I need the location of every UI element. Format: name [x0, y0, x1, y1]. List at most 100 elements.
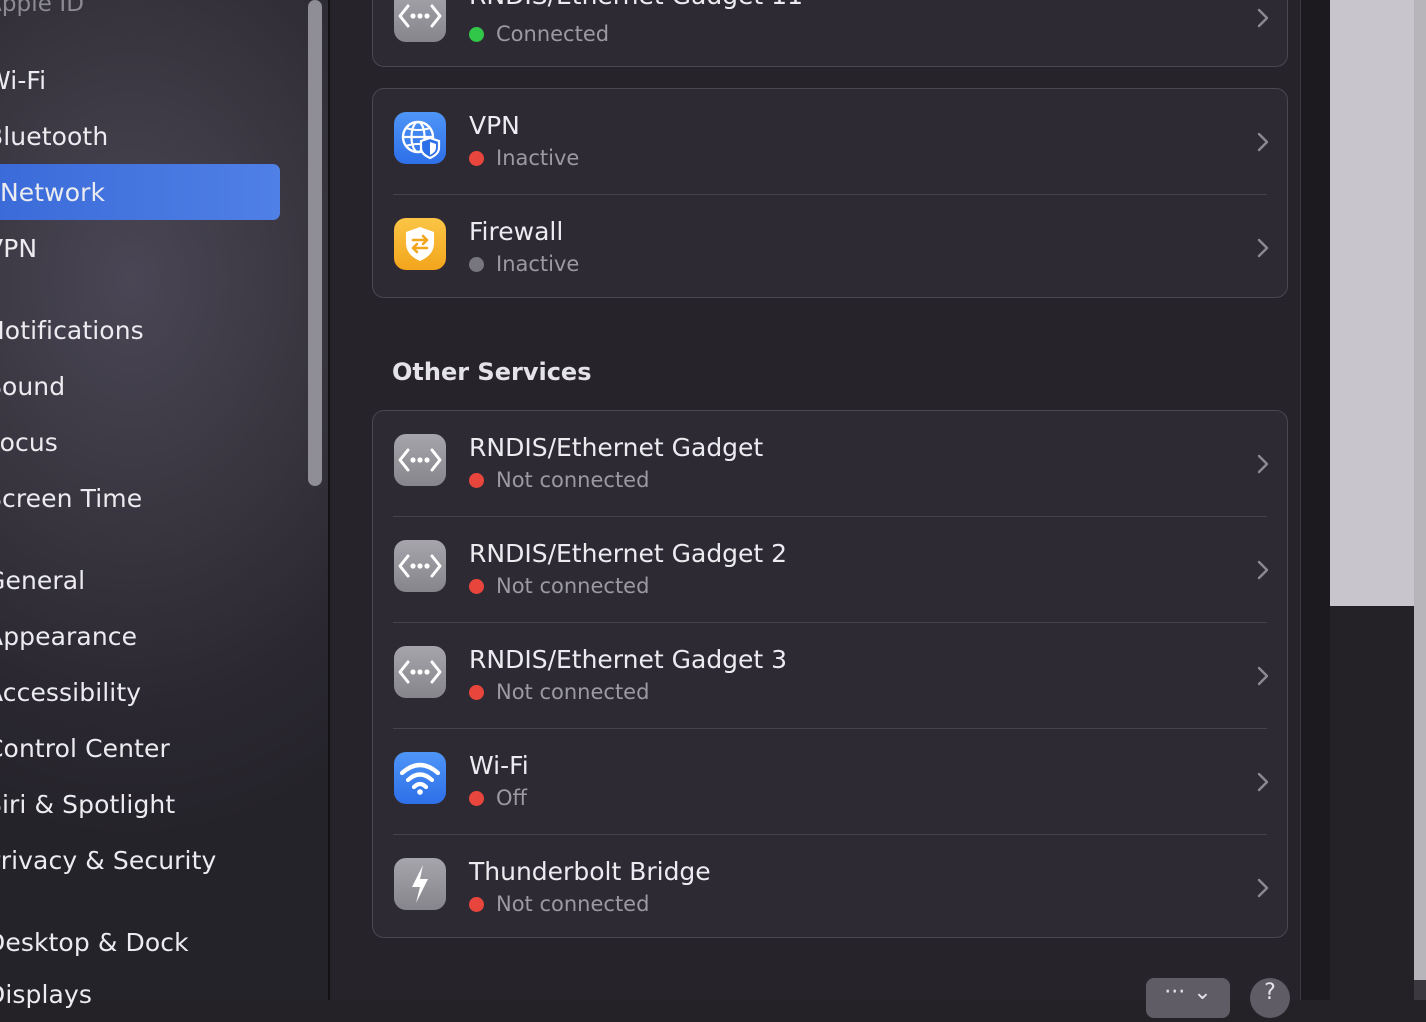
service-row-wifi[interactable]: Wi-Fi Off	[373, 729, 1287, 835]
sidebar-item-label: Control Center	[0, 733, 170, 763]
status-text: Connected	[496, 22, 610, 46]
ethernet-icon	[394, 646, 446, 698]
status-text: Not connected	[496, 574, 650, 598]
sidebar-item-apple-id[interactable]: Apple ID	[0, 0, 84, 32]
chevron-down-icon: ⌄	[1193, 979, 1212, 1005]
service-status: Connected	[469, 22, 609, 46]
service-row-firewall[interactable]: Firewall Inactive	[373, 195, 1287, 301]
network-pane: RNDIS/Ethernet Gadget 11 Connected VPN I…	[332, 0, 1324, 1018]
sidebar-item-label: Appearance	[0, 621, 138, 651]
service-title: VPN	[469, 111, 520, 140]
sidebar: Apple ID Wi-Fi Bluetooth Network VPN Not…	[0, 0, 330, 1009]
wifi-icon	[394, 752, 446, 804]
background-window	[1330, 0, 1414, 606]
service-status: Not connected	[469, 680, 649, 704]
sidebar-item-label: Siri & Spotlight	[0, 789, 176, 819]
status-dot-red	[469, 790, 484, 806]
sidebar-item-screen-time[interactable]: Screen Time	[0, 470, 142, 526]
service-row-rndis-2[interactable]: RNDIS/Ethernet Gadget 2 Not connected	[373, 517, 1287, 623]
sidebar-item-label: Notifications	[0, 315, 144, 345]
chevron-right-icon	[1257, 772, 1269, 792]
sidebar-item-label: Screen Time	[0, 483, 143, 513]
thunderbolt-icon	[394, 858, 446, 910]
chevron-right-icon	[1257, 666, 1269, 686]
sidebar-item-label: Apple ID	[0, 0, 85, 17]
sidebar-item-control-center[interactable]: Control Center	[0, 720, 170, 776]
ethernet-icon	[394, 540, 446, 592]
service-row-thunderbolt[interactable]: Thunderbolt Bridge Not connected	[373, 835, 1287, 939]
status-text: Inactive	[496, 146, 580, 170]
status-text: Not connected	[496, 468, 650, 492]
service-status: Not connected	[469, 574, 649, 598]
ethernet-icon	[394, 434, 446, 486]
sidebar-item-bluetooth[interactable]: Bluetooth	[0, 108, 108, 164]
sidebar-item-label: Displays	[0, 979, 92, 1009]
sidebar-item-label: Network	[0, 177, 106, 207]
service-title: RNDIS/Ethernet Gadget	[469, 433, 764, 462]
chevron-right-icon	[1257, 560, 1269, 580]
sidebar-item-accessibility[interactable]: Accessibility	[0, 664, 141, 720]
service-status: Inactive	[469, 252, 579, 276]
sidebar-item-label: Focus	[0, 427, 58, 457]
service-title: Thunderbolt Bridge	[469, 857, 711, 886]
chevron-right-icon	[1257, 132, 1269, 152]
section-title-other-services: Other Services	[392, 358, 592, 386]
status-text: Not connected	[496, 680, 650, 704]
more-label: ···	[1164, 979, 1186, 1005]
service-row-rndis[interactable]: RNDIS/Ethernet Gadget Not connected	[373, 411, 1287, 517]
status-dot-red	[469, 578, 484, 594]
sidebar-item-label: Accessibility	[0, 677, 142, 707]
sidebar-item-sound[interactable]: Sound	[0, 358, 65, 414]
sidebar-item-label: Sound	[0, 371, 66, 401]
sidebar-item-focus[interactable]: Focus	[0, 414, 58, 470]
sidebar-item-displays[interactable]: Displays	[0, 966, 92, 1022]
sidebar-item-siri-spotlight[interactable]: Siri & Spotlight	[0, 776, 175, 832]
service-status: Off	[469, 786, 527, 810]
status-text: Inactive	[496, 252, 580, 276]
firewall-shield-icon	[394, 218, 446, 270]
sidebar-item-privacy-security[interactable]: Privacy & Security	[0, 832, 216, 888]
chevron-right-icon	[1257, 454, 1269, 474]
sidebar-item-vpn[interactable]: VPN	[0, 220, 37, 276]
status-text: Not connected	[496, 892, 650, 916]
sidebar-item-label: VPN	[0, 233, 38, 263]
sidebar-scrollbar[interactable]	[308, 0, 322, 486]
sidebar-item-appearance[interactable]: Appearance	[0, 608, 137, 664]
sidebar-item-label: Privacy & Security	[0, 845, 217, 875]
status-dot-gray	[469, 256, 484, 272]
sidebar-item-label: Wi-Fi	[0, 65, 47, 95]
window-edge	[1300, 0, 1330, 1000]
service-row-rndis-3[interactable]: RNDIS/Ethernet Gadget 3 Not connected	[373, 623, 1287, 729]
sidebar-item-desktop-dock[interactable]: Desktop & Dock	[0, 914, 189, 970]
service-row-vpn[interactable]: VPN Inactive	[373, 89, 1287, 195]
sidebar-item-network[interactable]: Network	[0, 164, 280, 220]
security-card: VPN Inactive Firewall Inactive	[372, 88, 1288, 298]
vpn-globe-icon	[394, 112, 446, 164]
chevron-right-icon	[1257, 8, 1269, 28]
chevron-right-icon	[1257, 238, 1269, 258]
service-row-rndis-11[interactable]: RNDIS/Ethernet Gadget 11 Connected	[373, 0, 1287, 68]
service-title: Wi-Fi	[469, 751, 529, 780]
status-dot-red	[469, 150, 484, 166]
chevron-right-icon	[1257, 878, 1269, 898]
sidebar-item-notifications[interactable]: Notifications	[0, 302, 144, 358]
ethernet-icon	[394, 0, 446, 42]
status-dot-red	[469, 472, 484, 488]
other-services-card: RNDIS/Ethernet Gadget Not connected RNDI…	[372, 410, 1288, 938]
sidebar-item-wifi[interactable]: Wi-Fi	[0, 52, 46, 108]
service-title: Firewall	[469, 217, 564, 246]
sidebar-item-general[interactable]: General	[0, 552, 85, 608]
service-title: RNDIS/Ethernet Gadget 2	[469, 539, 788, 568]
sidebar-item-label: Desktop & Dock	[0, 927, 189, 957]
status-text: Off	[496, 786, 527, 810]
service-card-top: RNDIS/Ethernet Gadget 11 Connected	[372, 0, 1288, 67]
more-actions-button[interactable]: ··· ⌄	[1146, 978, 1230, 1018]
status-dot-red	[469, 896, 484, 912]
help-button[interactable]: ?	[1250, 978, 1290, 1018]
service-status: Inactive	[469, 146, 579, 170]
service-status: Not connected	[469, 892, 649, 916]
status-dot-red	[469, 684, 484, 700]
service-title: RNDIS/Ethernet Gadget 3	[469, 645, 788, 674]
background-edge-light	[1414, 0, 1426, 980]
service-title: RNDIS/Ethernet Gadget 11	[469, 0, 803, 10]
